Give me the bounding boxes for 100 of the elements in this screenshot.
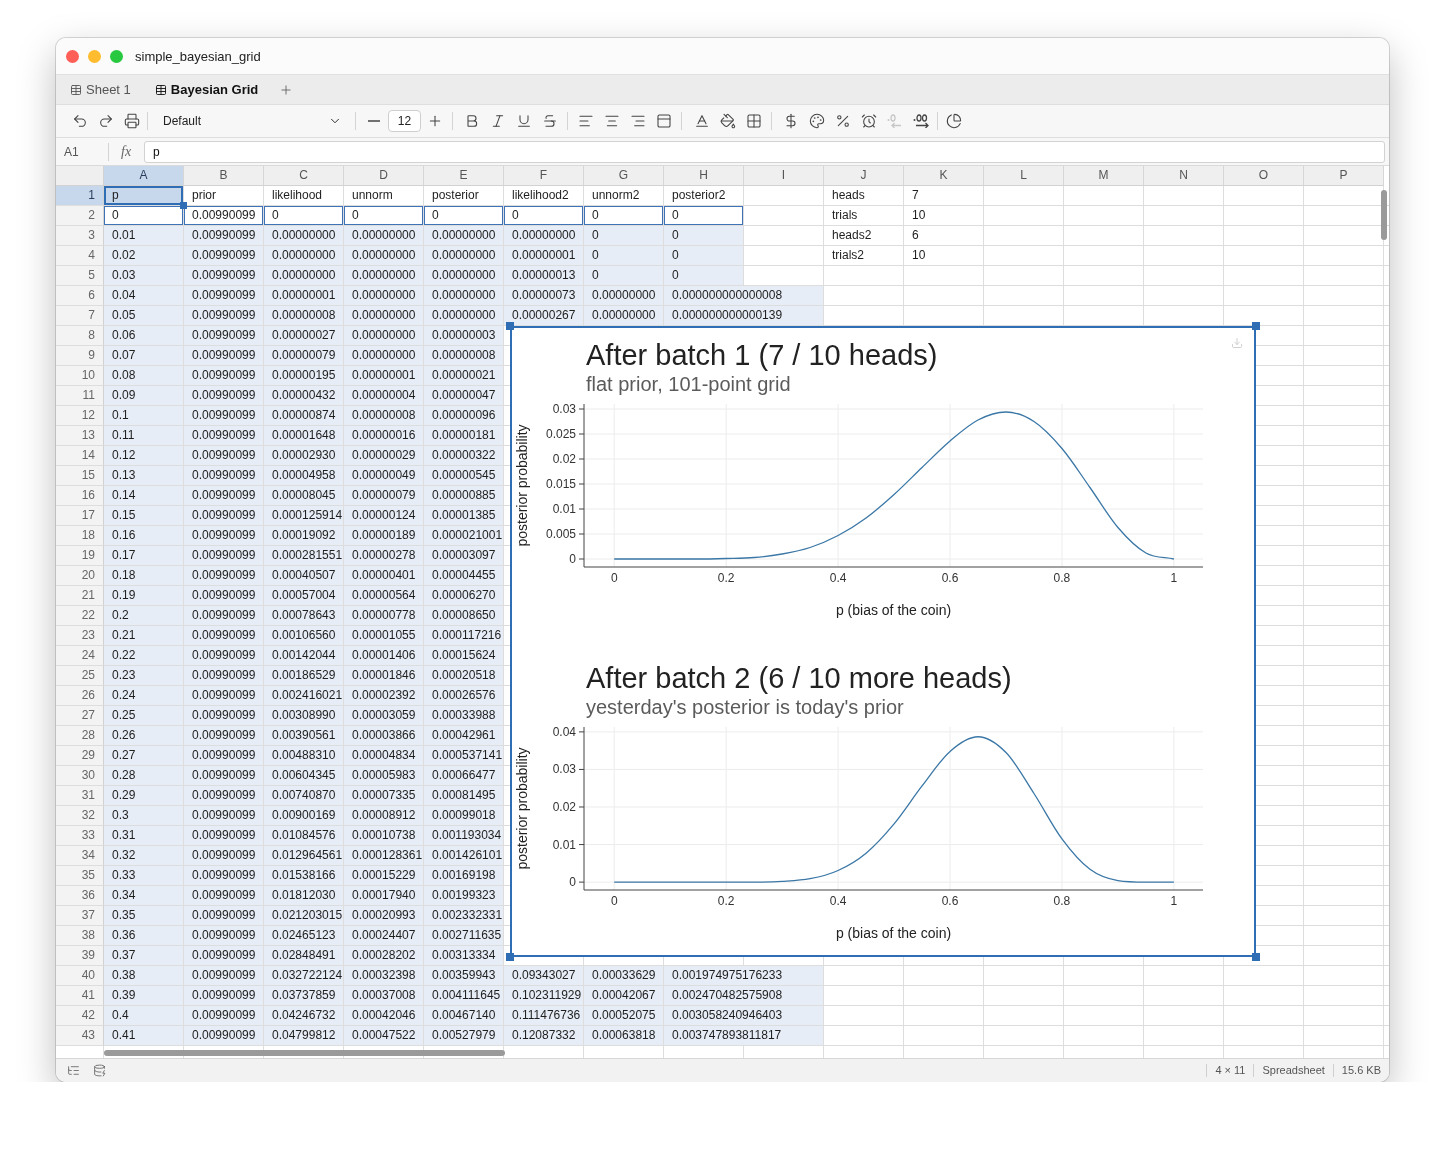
row-header[interactable]: 17 [56, 506, 104, 526]
database-icon[interactable] [93, 1064, 106, 1077]
row-header[interactable]: 11 [56, 386, 104, 406]
column-header[interactable]: K [904, 166, 984, 186]
row-header[interactable]: 13 [56, 426, 104, 446]
table-cell: 0.00000001 [264, 286, 344, 306]
row-header[interactable]: 35 [56, 866, 104, 886]
row-header[interactable]: 4 [56, 246, 104, 266]
row-header[interactable]: 7 [56, 306, 104, 326]
resize-handle[interactable] [506, 953, 514, 961]
table-cell: 0.00001385 [424, 506, 504, 526]
row-header[interactable]: 9 [56, 346, 104, 366]
fill-handle[interactable] [180, 202, 187, 209]
close-icon[interactable] [66, 49, 79, 63]
row-header[interactable]: 18 [56, 526, 104, 546]
row-header[interactable]: 22 [56, 606, 104, 626]
row-header[interactable]: 43 [56, 1026, 104, 1046]
table-cell: 0.00042961 [424, 726, 504, 746]
column-header[interactable]: P [1304, 166, 1384, 186]
axis-title: p (bias of the coin) [835, 925, 952, 941]
row-header[interactable]: 1 [56, 186, 104, 206]
row-header[interactable]: 23 [56, 626, 104, 646]
row-header[interactable]: 30 [56, 766, 104, 786]
formula-field[interactable]: p [144, 140, 1385, 163]
row-header[interactable]: 10 [56, 366, 104, 386]
row-header[interactable]: 38 [56, 926, 104, 946]
column-header[interactable]: O [1224, 166, 1304, 186]
chart-panel[interactable] [510, 326, 1256, 957]
tree-icon[interactable] [67, 1064, 80, 1077]
row-header[interactable]: 2 [56, 206, 104, 226]
row-header[interactable]: 32 [56, 806, 104, 826]
column-header[interactable]: I [744, 166, 824, 186]
resize-handle[interactable] [506, 322, 514, 330]
row-header[interactable]: 37 [56, 906, 104, 926]
table-cell: 0.00000029 [344, 446, 424, 466]
row-header[interactable]: 12 [56, 406, 104, 426]
table-cell: 0.00063818 [584, 1026, 664, 1046]
column-header[interactable]: J [824, 166, 904, 186]
row-header[interactable]: 28 [56, 726, 104, 746]
tick-label: 0.02 [552, 800, 576, 814]
column-header[interactable]: M [1064, 166, 1144, 186]
row-header[interactable]: 19 [56, 546, 104, 566]
column-header[interactable]: G [584, 166, 664, 186]
table-cell: 0.00990099 [184, 406, 264, 426]
table-cell: 0.00990099 [184, 806, 264, 826]
column-header[interactable]: N [1144, 166, 1224, 186]
row-header[interactable]: 25 [56, 666, 104, 686]
column-header[interactable]: E [424, 166, 504, 186]
row-header[interactable]: 36 [56, 886, 104, 906]
row-header[interactable]: 8 [56, 326, 104, 346]
row-header[interactable]: 6 [56, 286, 104, 306]
row-header[interactable]: 20 [56, 566, 104, 586]
table-cell: 0.00081495 [424, 786, 504, 806]
row-header[interactable]: 21 [56, 586, 104, 606]
font-dropdown[interactable]: Default [156, 109, 348, 133]
table-cell: 0.003058240946403 [664, 1006, 824, 1026]
row-header[interactable]: 3 [56, 226, 104, 246]
row-header[interactable]: 15 [56, 466, 104, 486]
column-header[interactable]: L [984, 166, 1064, 186]
scrollbar-thumb[interactable] [104, 1050, 505, 1056]
table-cell: 0.00002392 [344, 686, 424, 706]
column-header[interactable]: F [504, 166, 584, 186]
column-header[interactable]: C [264, 166, 344, 186]
column-header[interactable]: B [184, 166, 264, 186]
row-header[interactable]: 40 [56, 966, 104, 986]
row-header[interactable]: 24 [56, 646, 104, 666]
decimal-left-arrow-icon [887, 114, 903, 128]
scrollbar-thumb[interactable] [1381, 190, 1387, 240]
row-header[interactable]: 33 [56, 826, 104, 846]
column-header[interactable]: A [104, 166, 184, 186]
table-cell: 0 [664, 246, 744, 266]
italic-icon [490, 113, 506, 129]
table-cell: 0.18 [104, 566, 184, 586]
table-cell: 0.00005983 [344, 766, 424, 786]
row-header[interactable]: 39 [56, 946, 104, 966]
row-header[interactable]: 26 [56, 686, 104, 706]
column-header[interactable]: D [344, 166, 424, 186]
row-header[interactable]: 5 [56, 266, 104, 286]
font-size-field[interactable]: 12 [388, 110, 421, 132]
row-header[interactable]: 14 [56, 446, 104, 466]
table-cell: 0.00008650 [424, 606, 504, 626]
row-header[interactable]: 34 [56, 846, 104, 866]
sheet-tab[interactable]: Bayesian Grid [146, 77, 267, 102]
printer-icon [124, 113, 140, 129]
table-cell: 0.00000079 [264, 346, 344, 366]
table-cell: 0.00990099 [184, 466, 264, 486]
row-header[interactable]: 41 [56, 986, 104, 1006]
resize-handle[interactable] [1252, 953, 1260, 961]
row-header[interactable]: 42 [56, 1006, 104, 1026]
table-cell: 0.23 [104, 666, 184, 686]
row-header[interactable]: 16 [56, 486, 104, 506]
cell-reference[interactable]: A1 [64, 144, 108, 159]
row-header[interactable]: 31 [56, 786, 104, 806]
column-header[interactable]: H [664, 166, 744, 186]
table-cell: 0.00000432 [264, 386, 344, 406]
resize-handle[interactable] [1252, 322, 1260, 330]
table-cell: 0.00040507 [264, 566, 344, 586]
sheet-tab[interactable]: Sheet 1 [62, 77, 139, 102]
row-header[interactable]: 27 [56, 706, 104, 726]
row-header[interactable]: 29 [56, 746, 104, 766]
